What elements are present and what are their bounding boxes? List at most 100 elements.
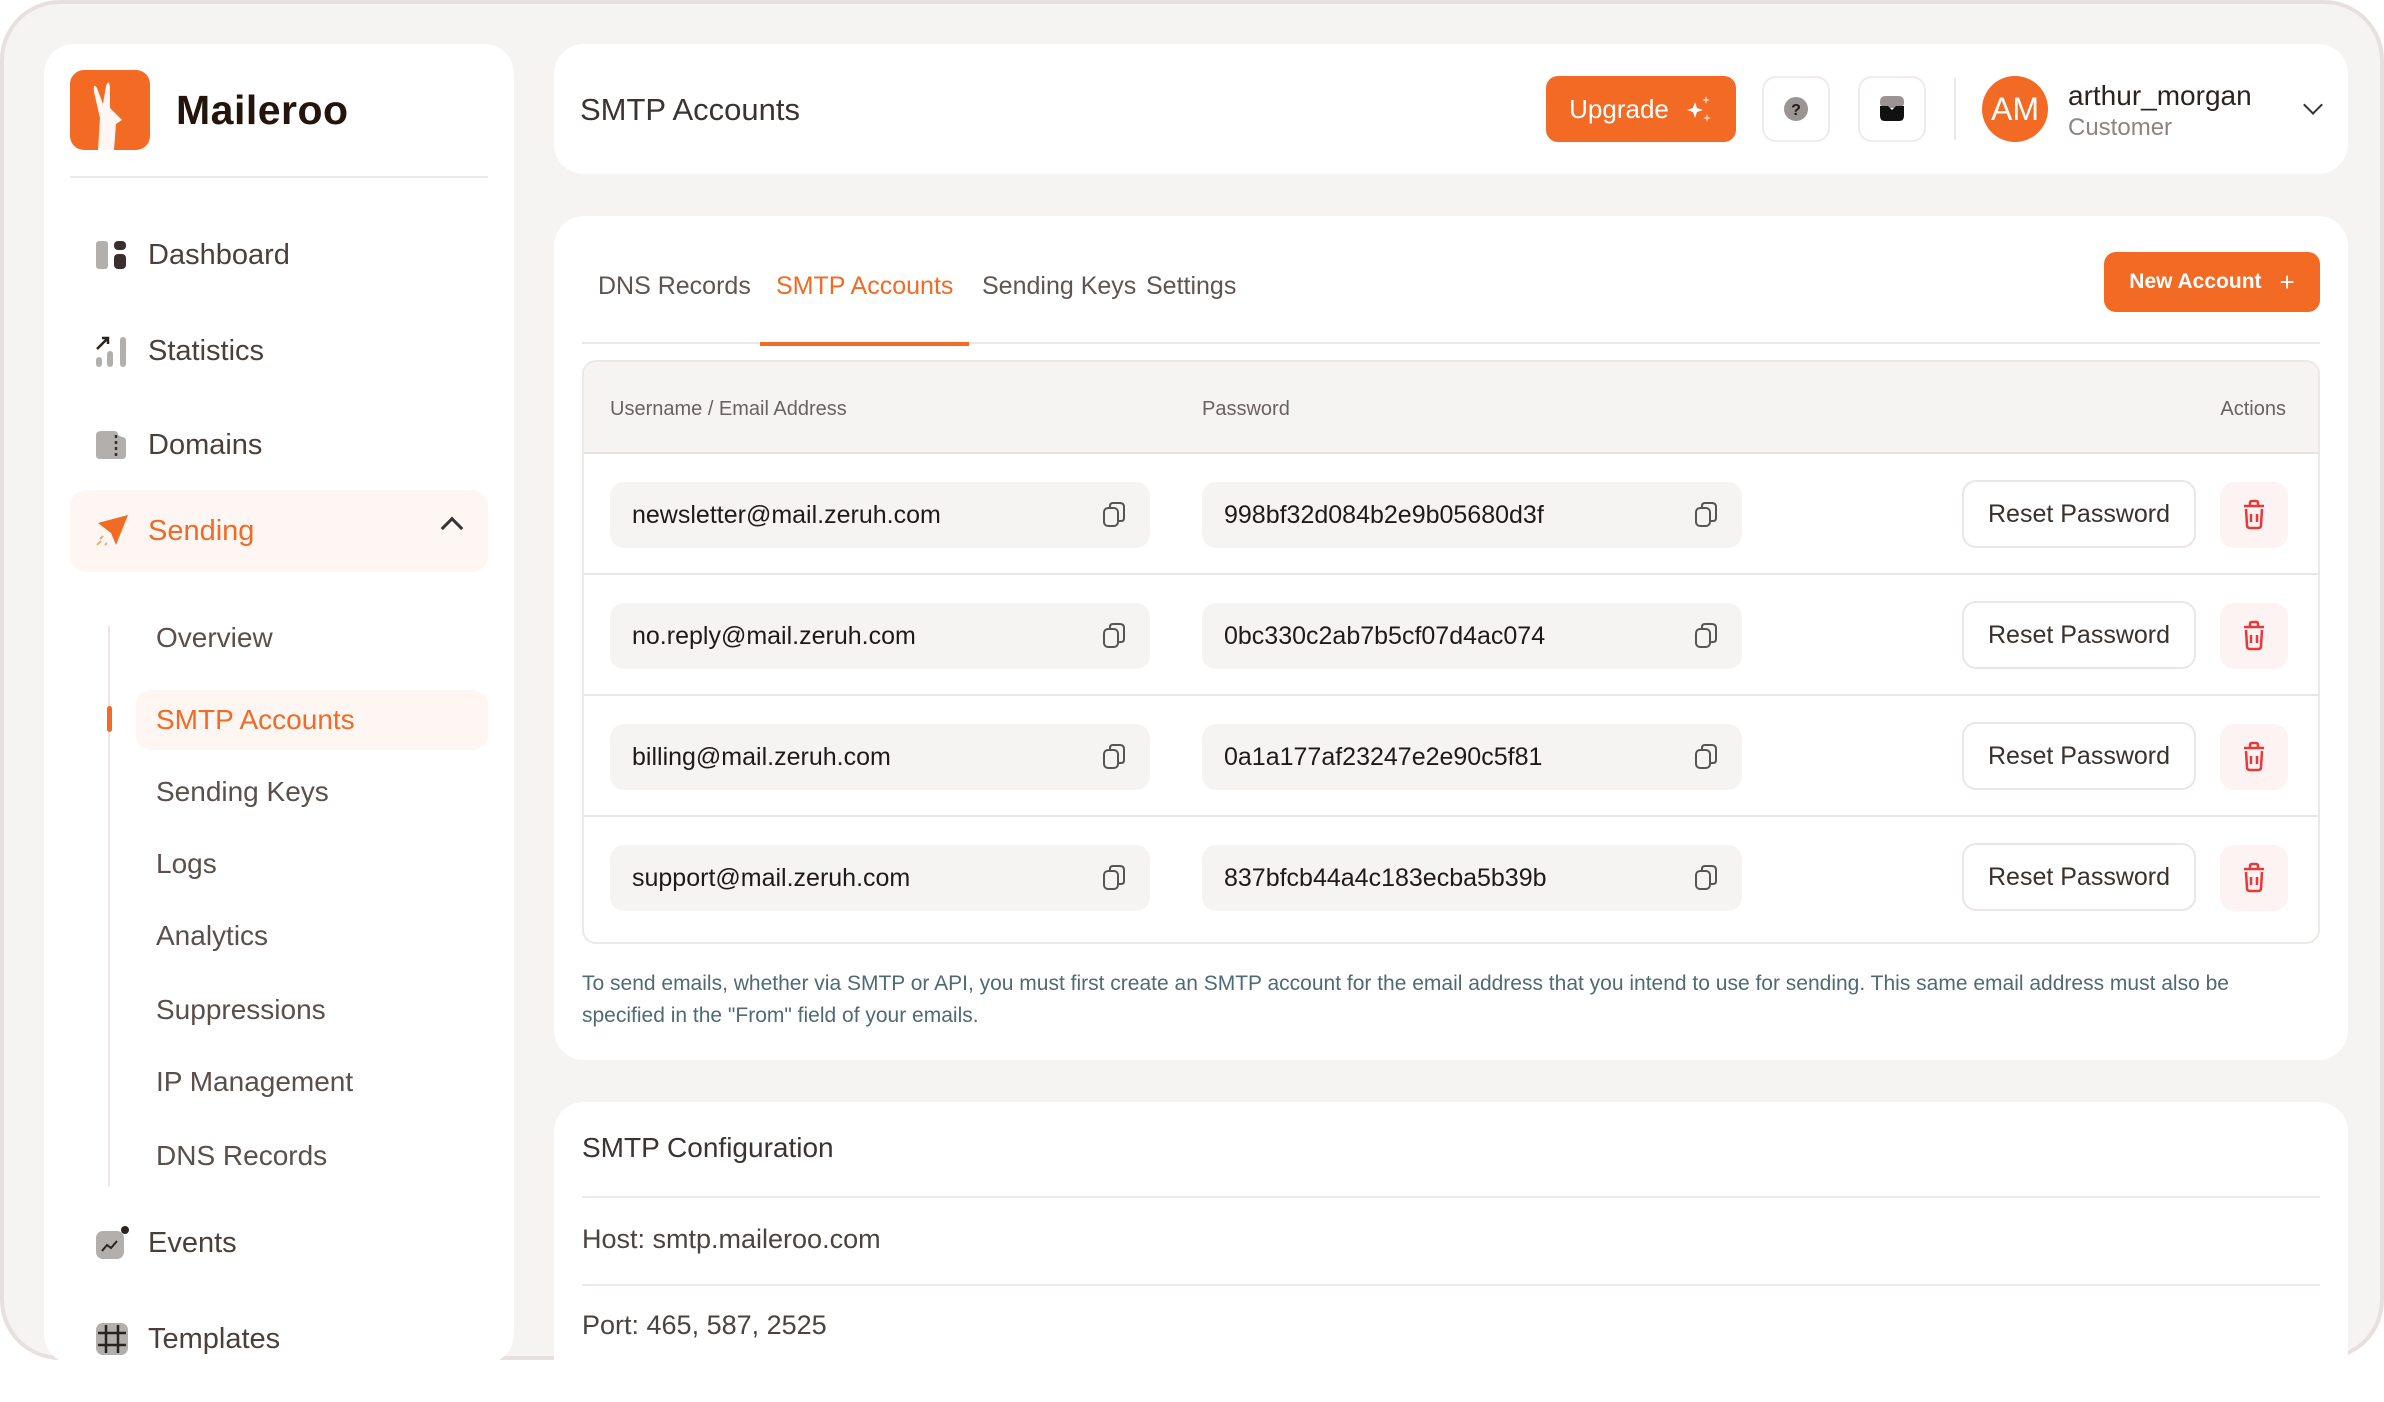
plus-icon: +	[2279, 266, 2295, 297]
subnav-item-overview[interactable]: Overview	[136, 608, 488, 668]
email-value: newsletter@mail.zeruh.com	[632, 500, 941, 529]
tab-label: DNS Records	[598, 272, 751, 300]
subnav-label: Suppressions	[156, 994, 326, 1025]
subnav-label: SMTP Accounts	[156, 704, 355, 735]
trash-icon	[2244, 741, 2264, 772]
subnav-item-logs[interactable]: Logs	[136, 834, 488, 894]
upgrade-label: Upgrade	[1569, 93, 1669, 124]
brand[interactable]: Maileroo	[70, 70, 349, 150]
tab-smtp-accounts[interactable]: SMTP Accounts	[760, 272, 970, 346]
subnav-item-ip-management[interactable]: IP Management	[136, 1052, 488, 1112]
sidebar-item-events[interactable]: Events	[70, 1202, 488, 1284]
divider	[582, 1196, 2320, 1198]
tab-dns-records[interactable]: DNS Records	[582, 272, 767, 344]
domains-icon	[96, 431, 126, 459]
sidebar-item-domains[interactable]: Domains	[70, 404, 488, 486]
subnav-item-analytics[interactable]: Analytics	[136, 906, 488, 966]
config-title: SMTP Configuration	[582, 1132, 834, 1163]
paper-plane-icon	[96, 515, 128, 546]
copy-icon[interactable]	[1100, 742, 1128, 772]
sparkles-icon	[1686, 96, 1711, 122]
divider	[582, 1284, 2320, 1286]
subnav-label: DNS Records	[156, 1140, 328, 1171]
table-row: no.reply@mail.zeruh.com 0bc330c2ab7b5cf0…	[584, 575, 2318, 696]
sidebar-item-label: Dashboard	[148, 238, 290, 271]
reset-password-button[interactable]: Reset Password	[1962, 601, 2196, 669]
subnav-label: Analytics	[156, 920, 269, 951]
avatar[interactable]: AM	[1982, 76, 2048, 142]
smtp-info-note: To send emails, whether via SMTP or API,…	[582, 972, 2229, 1027]
user-name[interactable]: arthur_morgan	[2068, 80, 2252, 112]
sidebar-item-label: Events	[148, 1226, 237, 1259]
copy-icon[interactable]	[1100, 863, 1128, 893]
chevron-down-icon[interactable]	[2303, 95, 2323, 115]
email-field[interactable]: newsletter@mail.zeruh.com	[610, 482, 1150, 548]
app-frame: Maileroo Dashboard Statistics Domains Se…	[0, 0, 2384, 1402]
sidebar-item-templates[interactable]: Templates	[70, 1298, 488, 1380]
subnav-item-dns-records[interactable]: DNS Records	[136, 1126, 488, 1186]
chevron-up-icon[interactable]	[440, 516, 464, 540]
dashboard-icon	[96, 241, 126, 269]
copy-icon[interactable]	[1692, 863, 1720, 893]
sidebar-item-label: Statistics	[148, 334, 265, 367]
subnav-item-suppressions[interactable]: Suppressions	[136, 980, 488, 1040]
sidebar-item-label: Templates	[148, 1322, 281, 1355]
events-icon	[96, 1226, 129, 1259]
copy-icon[interactable]	[1692, 500, 1720, 530]
table-header: Username / Email Address Password Action…	[584, 362, 2318, 454]
tab-label: SMTP Accounts	[776, 272, 954, 300]
reset-password-button[interactable]: Reset Password	[1962, 722, 2196, 790]
reset-password-button[interactable]: Reset Password	[1962, 843, 2196, 911]
password-field[interactable]: 998bf32d084b2e9b05680d3f	[1202, 482, 1742, 548]
sidebar-item-label: Sending	[148, 514, 255, 547]
tab-sending-keys[interactable]: Sending Keys	[966, 272, 1152, 344]
password-field[interactable]: 837bfcb44a4c183ecba5b39b	[1202, 845, 1742, 911]
sidebar-item-statistics[interactable]: Statistics	[70, 310, 488, 392]
password-value: 837bfcb44a4c183ecba5b39b	[1224, 863, 1547, 892]
column-header-password: Password	[1202, 398, 1290, 420]
page-title: SMTP Accounts	[580, 92, 800, 127]
sidebar-item-sending[interactable]: Sending	[70, 490, 488, 572]
copy-icon[interactable]	[1692, 621, 1720, 651]
password-value: 0bc330c2ab7b5cf07d4ac074	[1224, 621, 1546, 650]
subnav-item-smtp-accounts[interactable]: SMTP Accounts	[136, 690, 488, 750]
delete-button[interactable]	[2220, 724, 2288, 790]
delete-button[interactable]	[2220, 845, 2288, 911]
sidebar-item-dashboard[interactable]: Dashboard	[70, 214, 488, 296]
password-field[interactable]: 0bc330c2ab7b5cf07d4ac074	[1202, 603, 1742, 669]
config-port: Port: 465, 587, 2525	[582, 1310, 827, 1340]
email-value: support@mail.zeruh.com	[632, 863, 911, 892]
copy-icon[interactable]	[1100, 621, 1128, 651]
new-account-label: New Account	[2129, 270, 2262, 293]
divider	[70, 176, 488, 178]
email-value: billing@mail.zeruh.com	[632, 742, 891, 771]
trash-icon	[2244, 620, 2264, 651]
tab-label: Sending Keys	[982, 272, 1137, 300]
copy-icon[interactable]	[1100, 500, 1128, 530]
trash-icon	[2244, 862, 2264, 893]
reset-password-button[interactable]: Reset Password	[1962, 480, 2196, 548]
active-indicator	[107, 706, 112, 732]
email-field[interactable]: billing@mail.zeruh.com	[610, 724, 1150, 790]
help-icon: ?	[1784, 97, 1808, 121]
tab-settings[interactable]: Settings	[1130, 272, 1252, 344]
new-account-button[interactable]: New Account +	[2104, 252, 2320, 312]
column-header-actions: Actions	[2220, 398, 2286, 420]
upgrade-button[interactable]: Upgrade	[1546, 76, 1736, 142]
tab-bar: DNS Records SMTP Accounts Sending Keys S…	[582, 252, 2320, 346]
copy-icon[interactable]	[1692, 742, 1720, 772]
subnav-item-sending-keys[interactable]: Sending Keys	[136, 762, 488, 822]
email-field[interactable]: no.reply@mail.zeruh.com	[610, 603, 1150, 669]
table-row: billing@mail.zeruh.com 0a1a177af23247e2e…	[584, 696, 2318, 817]
trash-icon	[2244, 499, 2264, 530]
smtp-accounts-card: DNS Records SMTP Accounts Sending Keys S…	[554, 216, 2348, 1060]
delete-button[interactable]	[2220, 603, 2288, 669]
inbox-button[interactable]	[1858, 76, 1926, 142]
email-field[interactable]: support@mail.zeruh.com	[610, 845, 1150, 911]
password-value: 0a1a177af23247e2e90c5f81	[1224, 742, 1543, 771]
help-button[interactable]: ?	[1762, 76, 1830, 142]
templates-icon	[96, 1323, 128, 1355]
password-value: 998bf32d084b2e9b05680d3f	[1224, 500, 1544, 529]
password-field[interactable]: 0a1a177af23247e2e90c5f81	[1202, 724, 1742, 790]
delete-button[interactable]	[2220, 482, 2288, 548]
